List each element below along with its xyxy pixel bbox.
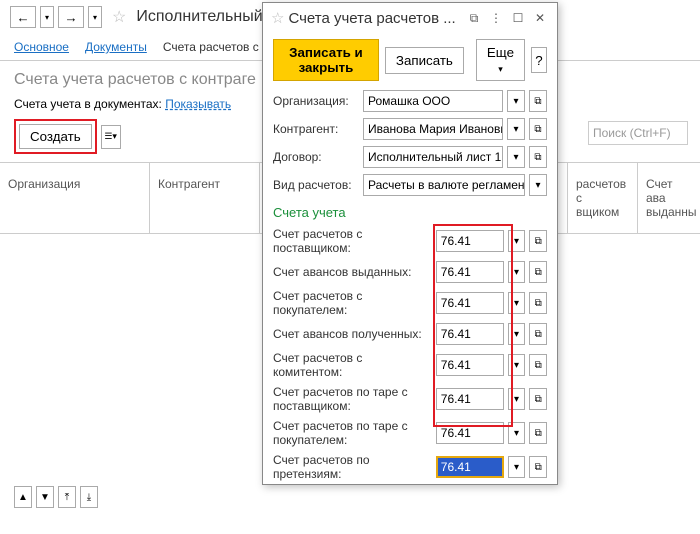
account-row-label: Счет расчетов с комитентом: — [273, 351, 432, 379]
highlight-create: Создать — [14, 119, 97, 154]
account-row-dd[interactable]: ▾ — [508, 323, 526, 345]
account-row-value[interactable]: 76.41 — [436, 422, 504, 444]
account-row-dd[interactable]: ▾ — [508, 388, 526, 410]
account-row: Счет авансов полученных: 76.41▾⧉ — [263, 320, 557, 348]
open-contract[interactable]: ⧉ — [529, 146, 547, 168]
dialog-link-icon[interactable]: ⧉ — [465, 9, 483, 27]
account-row-label: Счет расчетов с поставщиком: — [273, 227, 432, 255]
save-close-button[interactable]: Записать и закрыть — [273, 39, 379, 81]
account-row: Счет расчетов с поставщиком:76.41▾⧉ — [263, 224, 557, 258]
account-row-label: Счет авансов полученных: — [273, 327, 432, 341]
account-row-label: Счет расчетов с покупателем: — [273, 289, 432, 317]
account-row-dd[interactable]: ▾ — [508, 292, 526, 314]
account-row-open[interactable]: ⧉ — [529, 388, 547, 410]
save-button[interactable]: Записать — [385, 47, 464, 74]
tab-documents[interactable]: Документы — [85, 40, 147, 54]
input-calctype[interactable]: Расчеты в валюте регламентированного у — [363, 174, 525, 196]
account-row-open[interactable]: ⧉ — [529, 292, 547, 314]
dd-contract[interactable]: ▾ — [507, 146, 525, 168]
open-contractor[interactable]: ⧉ — [529, 118, 547, 140]
tab-main[interactable]: Основное — [14, 40, 69, 54]
star-icon[interactable]: ☆ — [112, 7, 126, 27]
account-row-dd[interactable]: ▾ — [508, 230, 526, 252]
account-row-open[interactable]: ⧉ — [529, 422, 547, 444]
account-row-open[interactable]: ⧉ — [529, 354, 547, 376]
dd-contractor[interactable]: ▾ — [507, 118, 525, 140]
dialog-max-icon[interactable]: ☐ — [509, 9, 527, 27]
grid-scroll-up[interactable]: ▲ — [14, 486, 32, 508]
nav-back-dropdown[interactable]: ▾ — [40, 6, 54, 28]
dialog-menu-icon[interactable]: ⋮ — [487, 9, 505, 27]
doc-accounts-label: Счета учета в документах: — [14, 97, 162, 111]
more-button[interactable]: Еще ▾ — [476, 39, 525, 81]
account-row-dd[interactable]: ▾ — [508, 456, 526, 478]
grid-col-org: Организация — [0, 163, 150, 233]
search-input[interactable]: Поиск (Ctrl+F) — [588, 121, 688, 145]
nav-forward-button[interactable]: → — [58, 6, 84, 28]
grid-col-contractor: Контрагент — [150, 163, 260, 233]
grid-col-acc2: Счет ава выданны — [638, 163, 700, 233]
dialog-accounts: ☆ Счета учета расчетов ... ⧉ ⋮ ☐ ✕ Запис… — [262, 2, 558, 485]
grid-scroll-down[interactable]: ▼ — [36, 486, 54, 508]
account-row: Счет расчетов по таре с поставщиком:76.4… — [263, 382, 557, 416]
close-icon[interactable]: ✕ — [531, 9, 549, 27]
account-row-label: Счет авансов выданных: — [273, 265, 432, 279]
label-org: Организация: — [273, 94, 359, 108]
account-row: Счет расчетов по претензиям:76.41▾⧉ — [263, 450, 557, 484]
account-row: Счет расчетов с комитентом:76.41▾⧉ — [263, 348, 557, 382]
grid-col-acc1: расчетов с вщиком — [568, 163, 638, 233]
account-row: Счет расчетов с покупателем:76.41▾⧉ — [263, 286, 557, 320]
section-accounts: Счета учета — [263, 199, 557, 224]
account-row: Счет авансов выданных: 76.41▾⧉ — [263, 258, 557, 286]
account-row-value[interactable]: 76.41 — [436, 354, 504, 376]
dd-org[interactable]: ▾ — [507, 90, 525, 112]
create-menu-button[interactable]: ☰▾ — [101, 125, 121, 149]
account-row-open[interactable]: ⧉ — [529, 261, 547, 283]
nav-forward-dropdown[interactable]: ▾ — [88, 6, 102, 28]
doc-accounts-link[interactable]: Показывать — [165, 97, 231, 111]
account-row-open[interactable]: ⧉ — [529, 456, 547, 478]
account-row-label: Счет расчетов по таре с покупателем: — [273, 419, 432, 447]
input-org[interactable]: Ромашка ООО — [363, 90, 503, 112]
account-row-label: Счет расчетов по таре с поставщиком: — [273, 385, 432, 413]
account-row-dd[interactable]: ▾ — [508, 261, 526, 283]
account-row: Счет расчетов по таре с покупателем:76.4… — [263, 416, 557, 450]
tab-accounts[interactable]: Счета расчетов с — [163, 40, 259, 54]
account-row-value[interactable]: 76.41 — [436, 323, 504, 345]
input-contractor[interactable]: Иванова Мария Ивановна — [363, 118, 503, 140]
label-contractor: Контрагент: — [273, 122, 359, 136]
input-contract[interactable]: Исполнительный лист 1 от 01.05.2022 — [363, 146, 503, 168]
open-org[interactable]: ⧉ — [529, 90, 547, 112]
label-contract: Договор: — [273, 150, 359, 164]
dialog-star-icon[interactable]: ☆ — [271, 9, 284, 27]
help-button[interactable]: ? — [531, 47, 547, 73]
account-row-value[interactable]: 76.41 — [436, 388, 504, 410]
create-button[interactable]: Создать — [19, 124, 92, 149]
dd-calctype[interactable]: ▾ — [529, 174, 547, 196]
account-row-value[interactable]: 76.41 — [436, 261, 504, 283]
grid-scroll-top[interactable]: ⤒ — [58, 486, 76, 508]
account-row-open[interactable]: ⧉ — [529, 323, 547, 345]
account-row-open[interactable]: ⧉ — [529, 230, 547, 252]
account-row-value[interactable]: 76.41 — [436, 456, 504, 478]
account-row-value[interactable]: 76.41 — [436, 292, 504, 314]
account-row-label: Счет расчетов по претензиям: — [273, 453, 432, 481]
account-row-dd[interactable]: ▾ — [508, 354, 526, 376]
account-row-dd[interactable]: ▾ — [508, 422, 526, 444]
grid-scroll-bottom[interactable]: ⤓ — [80, 486, 98, 508]
nav-back-button[interactable]: ← — [10, 6, 36, 28]
account-row-value[interactable]: 76.41 — [436, 230, 504, 252]
label-calctype: Вид расчетов: — [273, 178, 359, 192]
dialog-title: Счета учета расчетов ... — [288, 10, 461, 27]
